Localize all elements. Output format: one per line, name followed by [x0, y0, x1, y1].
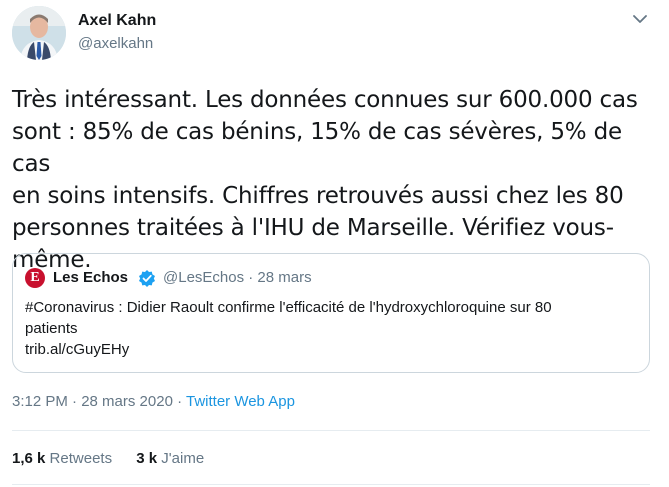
retweets-stat[interactable]: 1,6 k Retweets: [12, 450, 112, 467]
quoted-text-line: patients: [25, 320, 78, 337]
source-app-link[interactable]: Twitter Web App: [186, 393, 295, 410]
tweet-text-line: personnes traitées à l'IHU de Marseille.…: [12, 215, 614, 241]
quoted-tweet[interactable]: E Les Echos @LesEchos · 28 mars #Coronav…: [12, 253, 650, 373]
retweets-label: Retweets: [49, 450, 113, 467]
likes-count: 3 k: [136, 450, 158, 467]
tweet-timestamp[interactable]: 3:12 PM · 28 mars 2020 ·: [12, 393, 186, 410]
author-name[interactable]: Axel Kahn: [78, 12, 156, 30]
likes-stat[interactable]: 3 k J'aime: [136, 450, 204, 467]
les-echos-logo: E: [25, 268, 45, 288]
tweet-text-line: Très intéressant. Les données connues su…: [12, 87, 638, 113]
likes-label: J'aime: [161, 450, 205, 467]
quoted-link[interactable]: trib.al/cGuyEHy: [25, 339, 635, 360]
tweet-stats: 1,6 k Retweets 3 k J'aime: [12, 450, 224, 467]
quoted-text: #Coronavirus : Didier Raoult confirme l'…: [25, 297, 635, 360]
tweet-text: Très intéressant. Les données connues su…: [12, 84, 652, 276]
quoted-author-name: Les Echos: [53, 269, 129, 286]
chevron-down-icon[interactable]: [631, 12, 649, 26]
avatar[interactable]: [12, 6, 66, 60]
tweet-text-line: en soins intensifs. Chiffres retrouvés a…: [12, 183, 624, 209]
tweet-text-line: sont : 85% de cas bénins, 15% de cas sév…: [12, 119, 622, 177]
retweets-count: 1,6 k: [12, 450, 46, 467]
author-handle[interactable]: @axelkahn: [78, 35, 153, 52]
avatar-portrait: [12, 6, 66, 60]
quoted-text-line: #Coronavirus : Didier Raoult confirme l'…: [25, 299, 552, 316]
divider: [12, 430, 650, 431]
tweet-meta: 3:12 PM · 28 mars 2020 · Twitter Web App: [12, 393, 295, 410]
verified-badge-icon: [138, 269, 156, 287]
divider: [12, 484, 650, 485]
quoted-handle-date: @LesEchos · 28 mars: [163, 269, 312, 286]
tweet-card: Axel Kahn @axelkahn Très intéressant. Le…: [0, 0, 669, 487]
